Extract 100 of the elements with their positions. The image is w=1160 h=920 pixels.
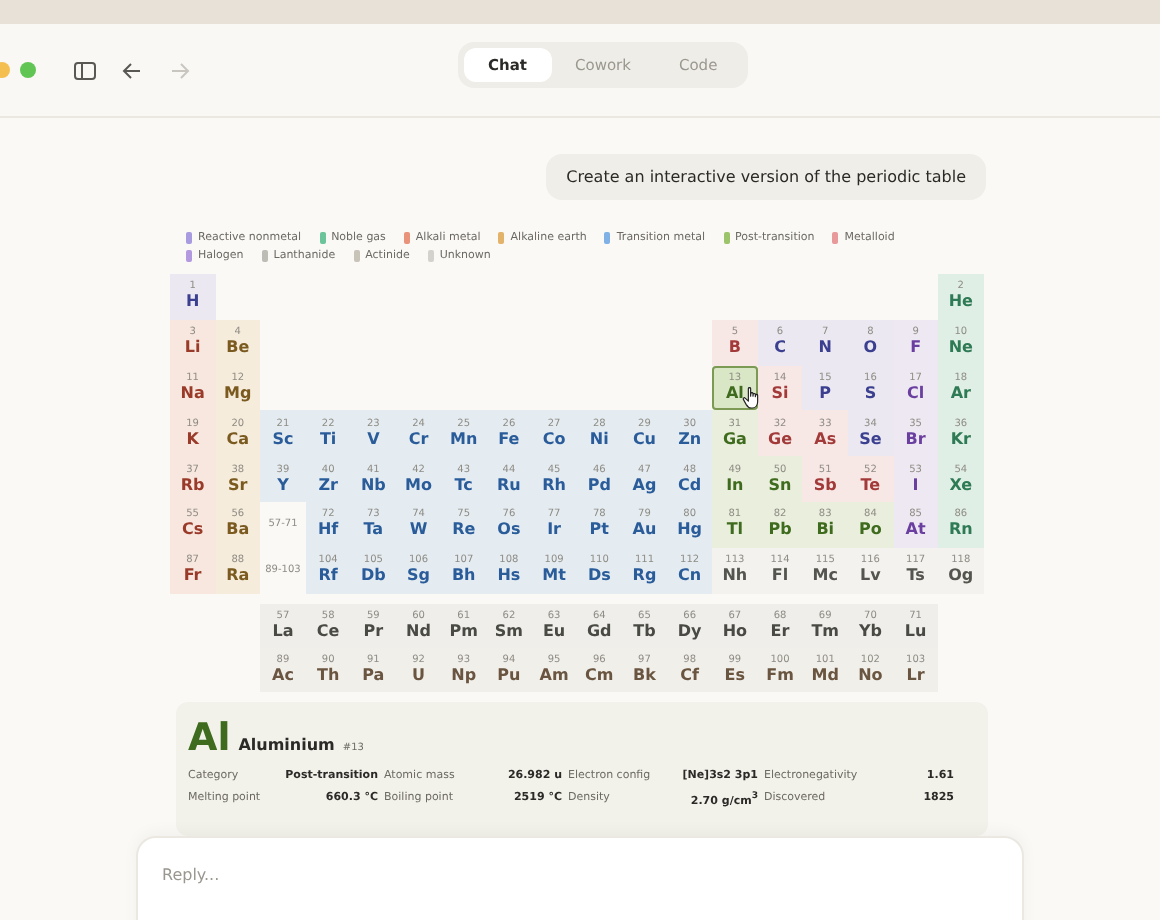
element-symbol: Tm: [811, 623, 839, 640]
element-symbol: Te: [860, 477, 881, 494]
element-symbol: Gd: [586, 623, 612, 640]
element-symbol: Pb: [768, 522, 792, 539]
element-symbol: Lv: [860, 568, 881, 585]
element-symbol: Si: [771, 385, 789, 402]
element-symbol: Cd: [678, 477, 702, 494]
element-symbol: Ba: [226, 522, 250, 539]
element-symbol: Ag: [632, 477, 657, 494]
element-symbol: Se: [859, 431, 882, 448]
element-symbol: H: [185, 294, 200, 311]
element-symbol: Pr: [363, 623, 384, 640]
user-message: Create an interactive version of the periodic table: [546, 154, 986, 200]
element-symbol: Sc: [272, 431, 294, 448]
element-symbol: Fe: [498, 431, 520, 448]
element-symbol: Tc: [454, 477, 473, 494]
element-symbol: W: [409, 522, 428, 539]
element-symbol: Po: [859, 522, 882, 539]
element-symbol: Bk: [633, 668, 656, 685]
element-symbol: As: [814, 431, 837, 448]
element-symbol: Ds: [587, 568, 611, 585]
element-symbol: Cm: [585, 668, 614, 685]
element-symbol: Ca: [226, 431, 250, 448]
element-symbol: Tb: [633, 623, 656, 640]
element-symbol: Na: [180, 385, 205, 402]
element-symbol: Dy: [677, 623, 702, 640]
detail-name: Aluminium: [238, 736, 335, 755]
element-symbol: Hs: [497, 568, 521, 585]
element-symbol: Pm: [449, 623, 478, 640]
detail-symbol: Al: [188, 716, 231, 761]
element-symbol: Li: [184, 340, 201, 357]
element-symbol: Ra: [226, 568, 250, 585]
element-symbol: Ce: [316, 623, 340, 640]
element-symbol: Nh: [722, 568, 748, 585]
element-symbol: Au: [632, 522, 657, 539]
element-symbol: Ho: [722, 623, 748, 640]
element-symbol: Cn: [678, 568, 702, 585]
element-symbol: Lu: [904, 623, 927, 640]
element-symbol: Ru: [497, 477, 521, 494]
element-symbol: U: [412, 668, 426, 685]
element-symbol: N: [818, 340, 832, 357]
element-symbol: Fr: [183, 568, 202, 585]
element-symbol: Pd: [587, 477, 611, 494]
element-symbol: In: [726, 477, 744, 494]
element-symbol: Mc: [812, 568, 838, 585]
element-symbol: Xe: [949, 477, 973, 494]
reply-field[interactable]: Reply...: [136, 836, 1024, 920]
element-symbol: Hg: [677, 522, 703, 539]
element-symbol: Be: [226, 340, 250, 357]
element-symbol: V: [367, 431, 380, 448]
element-symbol: Nd: [406, 623, 431, 640]
element-symbol: Yb: [858, 623, 882, 640]
element-symbol: Rn: [948, 522, 973, 539]
element-symbol: Rb: [180, 477, 205, 494]
element-symbol: Ac: [272, 668, 294, 685]
element-symbol: Mg: [224, 385, 252, 402]
element-symbol: Pu: [497, 668, 521, 685]
element-symbol: Sg: [407, 568, 431, 585]
element-symbol: Cu: [632, 431, 657, 448]
element-symbol: Og: [948, 568, 974, 585]
element-symbol: Ge: [768, 431, 793, 448]
element-symbol: He: [948, 294, 973, 311]
element-symbol: Er: [770, 623, 790, 640]
element-symbol: Ti: [319, 431, 337, 448]
element-symbol: Fm: [766, 668, 794, 685]
element-symbol: Tl: [726, 522, 744, 539]
element-symbol: Md: [811, 668, 839, 685]
element-symbol: Zr: [318, 477, 338, 494]
element-symbol: Db: [360, 568, 386, 585]
element-symbol: Os: [497, 522, 521, 539]
element-symbol: Ne: [948, 340, 973, 357]
element-symbol: O: [863, 340, 878, 357]
element-symbol: Zn: [678, 431, 702, 448]
element-symbol: K: [186, 431, 199, 448]
element-symbol: Y: [277, 477, 289, 494]
element-symbol: Mo: [405, 477, 432, 494]
element-symbol: Bi: [816, 522, 835, 539]
element-symbol: Bh: [451, 568, 476, 585]
element-symbol: Ir: [547, 522, 561, 539]
element-symbol: B: [728, 340, 741, 357]
element-symbol: Fl: [771, 568, 789, 585]
element-symbol: Es: [724, 668, 746, 685]
element-symbol: Rg: [632, 568, 657, 585]
element-symbol: Th: [317, 668, 340, 685]
element-symbol: Br: [905, 431, 926, 448]
element-symbol: Rh: [542, 477, 566, 494]
element-symbol: Pa: [362, 668, 385, 685]
element-symbol: Cf: [680, 668, 699, 685]
element-symbol: Nb: [360, 477, 386, 494]
element-symbol: Re: [452, 522, 476, 539]
element-symbol: Eu: [542, 623, 566, 640]
element-symbol: Np: [451, 668, 477, 685]
element-symbol: Sn: [768, 477, 792, 494]
element-symbol: P: [819, 385, 832, 402]
element-symbol: Lr: [906, 668, 925, 685]
element-symbol: Ar: [950, 385, 971, 402]
element-symbol: Am: [539, 668, 569, 685]
element-symbol: Ni: [589, 431, 609, 448]
element-symbol: At: [905, 522, 926, 539]
element-symbol: Pt: [589, 522, 609, 539]
